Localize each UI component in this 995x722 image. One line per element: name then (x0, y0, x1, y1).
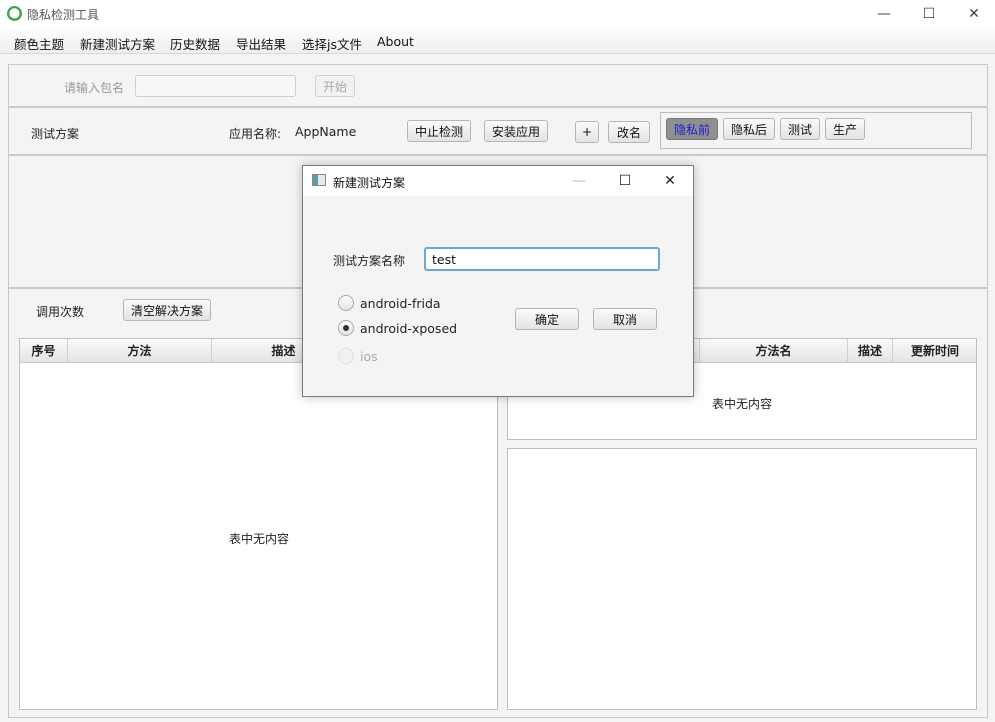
add-scheme-button[interactable]: + (575, 121, 599, 143)
calls-table-empty-text: 表中无内容 (229, 532, 290, 546)
new-scheme-dialog: 新建测试方案 — ☐ ✕ 测试方案名称 test android-frida a… (302, 165, 694, 397)
toggle-before-privacy[interactable]: 隐私前 (666, 118, 718, 140)
package-panel: 请输入包名 开始 (8, 64, 988, 107)
package-input[interactable] (135, 75, 296, 97)
package-label: 请输入包名 (64, 81, 125, 95)
dialog-close-button[interactable]: ✕ (647, 166, 693, 196)
window-title: 隐私检测工具 (27, 8, 100, 22)
toggle-production[interactable]: 生产 (825, 118, 865, 140)
menu-new-scheme[interactable]: 新建测试方案 (80, 34, 155, 53)
dialog-window-icon (312, 174, 326, 186)
column-method[interactable]: 方法 (68, 339, 212, 362)
detail-text-area[interactable] (507, 448, 977, 710)
column-index[interactable]: 序号 (20, 339, 68, 362)
radio-button-disabled[interactable] (338, 348, 354, 364)
title-bar: ⬤ 隐私检测工具 — ☐ ✕ (0, 0, 995, 28)
menu-bar: 颜色主题 新建测试方案 历史数据 导出结果 选择js文件 About (0, 28, 995, 54)
toggle-test[interactable]: 测试 (780, 118, 820, 140)
menu-color-theme[interactable]: 颜色主题 (14, 34, 64, 53)
scheme-name-input[interactable]: test (424, 247, 660, 271)
cancel-button[interactable]: 取消 (593, 308, 657, 330)
stop-detection-button[interactable]: 中止检测 (407, 120, 471, 142)
methods-table-empty-text: 表中无内容 (712, 397, 773, 411)
column-method-description[interactable]: 描述 (848, 339, 893, 362)
maximize-button[interactable]: ☐ (906, 0, 952, 28)
dialog-minimize-button[interactable]: — (556, 166, 602, 196)
radio-label: android-xposed (360, 320, 458, 336)
close-button[interactable]: ✕ (951, 0, 995, 28)
start-button[interactable]: 开始 (315, 75, 355, 97)
radio-android-xposed[interactable]: android-xposed (338, 320, 457, 336)
menu-export[interactable]: 导出结果 (236, 34, 286, 53)
radio-label: ios (360, 348, 378, 364)
app-name-label: 应用名称: (229, 127, 282, 141)
scheme-label: 测试方案 (31, 127, 80, 141)
column-update-time[interactable]: 更新时间 (893, 339, 977, 362)
menu-about[interactable]: About (377, 34, 414, 49)
app-name-value: AppName (295, 124, 357, 139)
dialog-title: 新建测试方案 (333, 176, 406, 190)
rename-button[interactable]: 改名 (608, 121, 650, 143)
radio-android-frida[interactable]: android-frida (338, 295, 441, 311)
toggle-after-privacy[interactable]: 隐私后 (723, 118, 775, 140)
dialog-title-bar: 新建测试方案 — ☐ ✕ (303, 166, 693, 196)
scheme-name-label: 测试方案名称 (333, 254, 406, 268)
environment-toggle-group: 隐私前 隐私后 测试 生产 (660, 112, 972, 149)
install-app-button[interactable]: 安装应用 (484, 120, 548, 142)
radio-ios[interactable]: ios (338, 348, 378, 364)
column-method-name[interactable]: 方法名 (700, 339, 848, 362)
radio-label: android-frida (360, 295, 441, 311)
menu-history[interactable]: 历史数据 (170, 34, 220, 53)
menu-select-js[interactable]: 选择js文件 (302, 34, 362, 53)
radio-button-checked[interactable] (338, 320, 354, 336)
dialog-maximize-button[interactable]: ☐ (602, 166, 648, 196)
radio-button[interactable] (338, 295, 354, 311)
minimize-button[interactable]: — (861, 0, 907, 28)
confirm-button[interactable]: 确定 (515, 308, 579, 330)
clear-solutions-button[interactable]: 清空解决方案 (123, 299, 211, 321)
call-count-label: 调用次数 (36, 305, 85, 319)
app-icon: ⬤ (7, 6, 22, 21)
